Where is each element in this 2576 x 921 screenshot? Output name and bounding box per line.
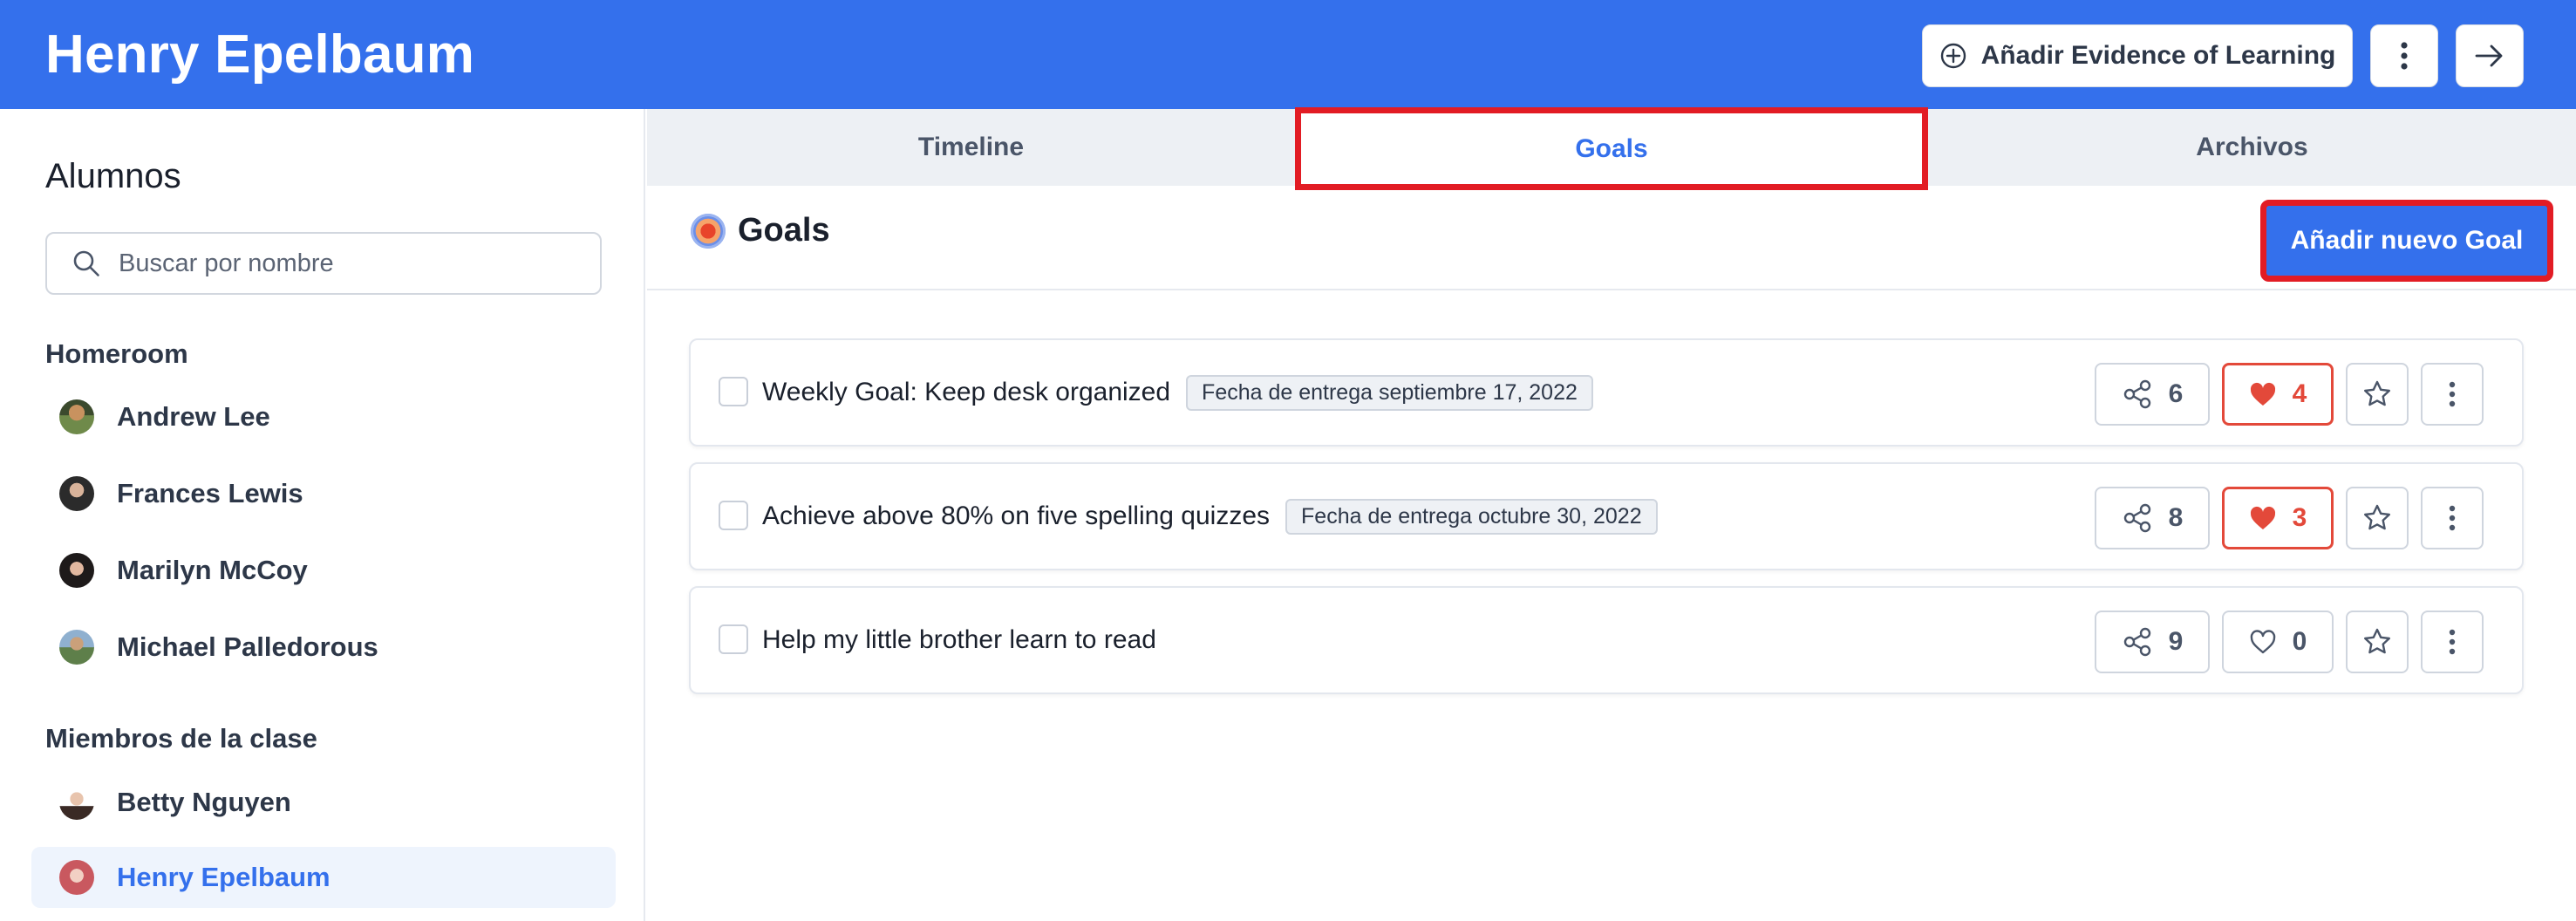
add-new-goal-button[interactable]: Añadir nuevo Goal [2260,200,2553,282]
share-icon [2123,503,2150,533]
sidebar-title: Alumnos [45,157,181,195]
goal-more-button[interactable] [2421,363,2484,426]
student-frances-lewis[interactable]: Frances Lewis [31,463,616,524]
due-date-badge: Fecha de entrega octubre 30, 2022 [1285,498,1658,535]
goal-checkbox[interactable] [719,377,748,406]
tab-timeline[interactable]: Timeline [647,109,1295,186]
avatar [59,630,94,665]
goal-more-button[interactable] [2421,487,2484,549]
forward-button[interactable] [2456,24,2524,87]
goal-more-button[interactable] [2421,611,2484,673]
heart-filled-icon [2250,506,2275,529]
like-count: 0 [2292,627,2307,656]
share-icon [2123,627,2150,657]
star-button[interactable] [2346,611,2409,673]
student-andrew-lee[interactable]: Andrew Lee [31,386,616,447]
like-button[interactable]: 4 [2222,363,2334,426]
more-options-button[interactable] [2370,24,2438,87]
tab-goals[interactable]: Goals [1295,107,1928,190]
student-name: Michael Palledorous [117,631,378,662]
goals-header: Goals Añadir nuevo Goal [647,186,2576,290]
arrow-right-icon [2475,44,2503,67]
goal-checkbox[interactable] [719,624,748,654]
goals-title: Goals [691,212,830,249]
class-members-section-label: Miembros de la clase [45,723,317,754]
star-icon [2364,504,2390,530]
student-name: Marilyn McCoy [117,555,308,585]
member-henry-epelbaum[interactable]: Henry Epelbaum [31,847,616,908]
star-button[interactable] [2346,363,2409,426]
goal-actions: 8 3 [2095,487,2484,549]
student-name: Frances Lewis [117,478,303,508]
heart-filled-icon [2250,382,2275,406]
like-button[interactable]: 0 [2222,611,2334,673]
search-box[interactable] [45,232,602,295]
share-button[interactable]: 9 [2095,611,2210,673]
plus-circle-icon [1940,43,1966,69]
star-icon [2364,628,2390,654]
search-input[interactable] [117,248,570,279]
goal-checkbox[interactable] [719,501,748,530]
student-name: Henry Epelbaum [117,862,331,892]
avatar [59,860,94,895]
share-icon [2123,379,2150,409]
like-count: 4 [2292,379,2307,408]
avatar [59,399,94,434]
student-michael-palledorous[interactable]: Michael Palledorous [31,617,616,678]
avatar [59,476,94,511]
like-button[interactable]: 3 [2222,487,2334,549]
search-icon [73,250,99,276]
member-betty-nguyen[interactable]: Betty Nguyen [31,772,616,833]
heart-outline-icon [2250,630,2275,654]
target-icon [691,213,726,249]
tab-bar: Timeline Goals Archivos [647,107,2576,190]
homeroom-section-label: Homeroom [45,338,188,369]
vertical-dots-icon [2449,505,2456,531]
vertical-dots-icon [2449,381,2456,407]
top-header: Henry Epelbaum Añadir Evidence of Learni… [0,0,2576,109]
star-button[interactable] [2346,487,2409,549]
goal-text: Weekly Goal: Keep desk organized Fecha d… [762,340,1593,445]
header-actions: Añadir Evidence of Learning [1922,24,2524,87]
share-count: 9 [2168,627,2184,656]
star-icon [2364,380,2390,406]
due-date-badge: Fecha de entrega septiembre 17, 2022 [1186,374,1593,411]
student-marilyn-mccoy[interactable]: Marilyn McCoy [31,540,616,601]
goal-card: Help my little brother learn to read 9 0 [689,586,2524,694]
student-name-title: Henry Epelbaum [45,24,475,85]
share-button[interactable]: 6 [2095,363,2210,426]
goal-title: Help my little brother learn to read [762,625,1156,654]
goal-actions: 9 0 [2095,611,2484,673]
goals-title-text: Goals [738,212,830,249]
add-evidence-label: Añadir Evidence of Learning [1980,41,2336,70]
goal-text: Achieve above 80% on five spelling quizz… [762,464,1658,569]
like-count: 3 [2292,503,2307,532]
student-name: Andrew Lee [117,401,270,432]
goal-actions: 6 4 [2095,363,2484,426]
goal-title: Achieve above 80% on five spelling quizz… [762,501,1271,530]
goal-title: Weekly Goal: Keep desk organized [762,378,1171,406]
goal-text: Help my little brother learn to read [762,588,1156,692]
add-evidence-button[interactable]: Añadir Evidence of Learning [1922,24,2353,87]
share-count: 8 [2168,503,2184,532]
avatar [59,553,94,588]
goal-card: Achieve above 80% on five spelling quizz… [689,462,2524,570]
vertical-dots-icon [2401,42,2408,70]
tab-archivos[interactable]: Archivos [1928,109,2576,186]
students-sidebar: Alumnos Homeroom Andrew Lee Frances Lewi… [0,109,645,921]
share-count: 6 [2168,379,2184,408]
vertical-dots-icon [2449,629,2456,655]
avatar [59,785,94,820]
student-name: Betty Nguyen [117,787,291,817]
goal-card: Weekly Goal: Keep desk organized Fecha d… [689,338,2524,447]
share-button[interactable]: 8 [2095,487,2210,549]
